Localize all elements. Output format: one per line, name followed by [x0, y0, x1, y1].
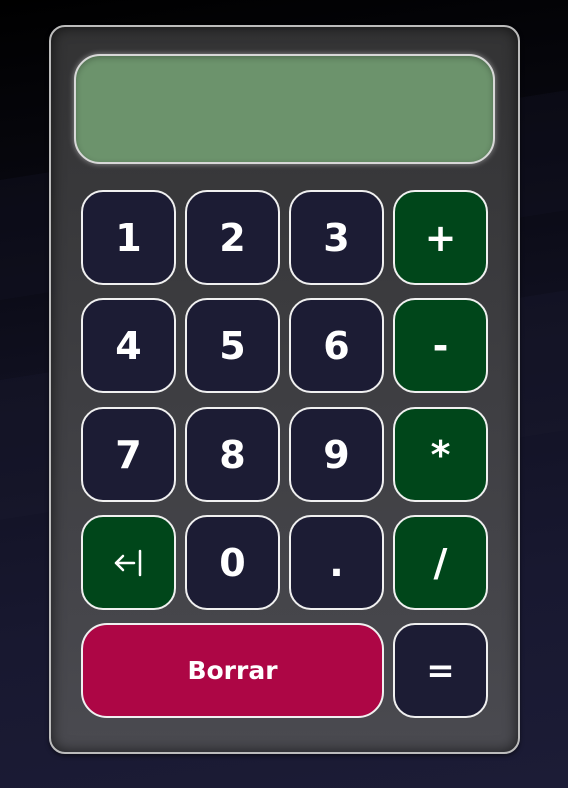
key-2-button[interactable]: 2 [185, 190, 280, 285]
backspace-button[interactable] [81, 515, 176, 610]
key-4-button[interactable]: 4 [81, 298, 176, 393]
backspace-arrow-icon [114, 549, 141, 576]
key-7-button[interactable]: 7 [81, 407, 176, 502]
plus-button[interactable]: + [393, 190, 488, 285]
minus-button[interactable]: - [393, 298, 488, 393]
key-9-button[interactable]: 9 [289, 407, 384, 502]
clear-button[interactable]: Borrar [81, 623, 384, 718]
divide-button[interactable]: / [393, 515, 488, 610]
key-8-button[interactable]: 8 [185, 407, 280, 502]
calculator-display [74, 54, 495, 164]
key-3-button[interactable]: 3 [289, 190, 384, 285]
equals-button[interactable]: = [393, 623, 488, 718]
key-0-button[interactable]: 0 [185, 515, 280, 610]
key-6-button[interactable]: 6 [289, 298, 384, 393]
decimal-point-button[interactable]: . [289, 515, 384, 610]
multiply-button[interactable]: * [393, 407, 488, 502]
key-5-button[interactable]: 5 [185, 298, 280, 393]
key-1-button[interactable]: 1 [81, 190, 176, 285]
